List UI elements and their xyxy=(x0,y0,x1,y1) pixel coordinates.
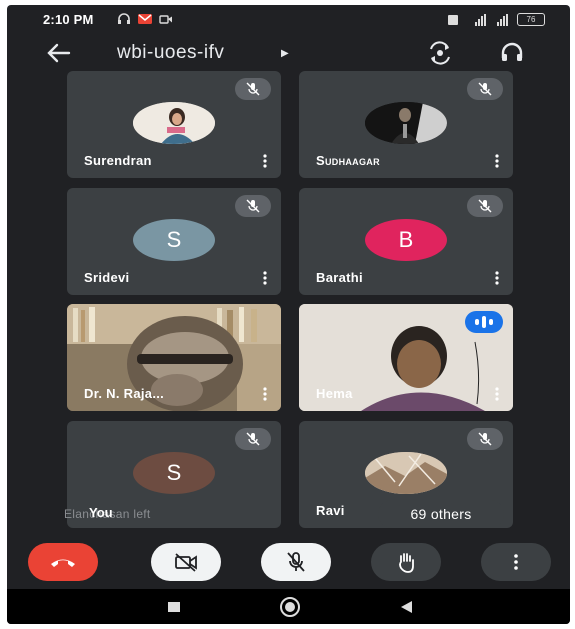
recents-icon[interactable] xyxy=(167,601,181,613)
switch-camera-icon[interactable] xyxy=(427,41,453,65)
participant-tile-barathi[interactable]: B Barathi xyxy=(299,188,513,295)
mic-off-icon xyxy=(246,432,260,446)
status-time: 2:10 PM xyxy=(43,12,94,27)
mic-off-badge xyxy=(235,428,271,450)
hand-icon xyxy=(399,553,414,573)
participant-name: Hema xyxy=(316,386,353,401)
participant-name: Ravi xyxy=(316,503,345,518)
status-bar: 2:10 PM 76 xyxy=(7,5,570,35)
camera-off-icon xyxy=(175,553,197,572)
mic-off-badge xyxy=(467,195,503,217)
caret-right-icon[interactable]: ▶ xyxy=(281,48,289,59)
more-vert-icon[interactable] xyxy=(495,271,499,285)
mic-off-icon xyxy=(287,552,305,572)
mic-off-icon xyxy=(478,82,492,96)
participant-tile-sudhaagar[interactable]: Sudhaagar xyxy=(299,71,513,178)
person-photo-icon xyxy=(365,102,447,144)
signal-strength-icon xyxy=(475,13,486,26)
raise-hand-button[interactable] xyxy=(371,543,441,581)
back-nav-icon[interactable] xyxy=(399,600,413,614)
vibrate-icon xyxy=(448,14,458,25)
more-vert-icon[interactable] xyxy=(263,154,267,168)
avatar-photo xyxy=(133,102,215,144)
battery-indicator: 76 xyxy=(517,13,545,26)
audio-output-icon[interactable] xyxy=(499,41,525,65)
others-count-chip[interactable]: 69 others xyxy=(378,500,504,528)
avatar-initial: S xyxy=(133,219,215,261)
meeting-code[interactable]: wbi-uoes-ifv xyxy=(117,42,224,64)
signal-strength-2-icon xyxy=(497,13,508,26)
landscape-photo-icon xyxy=(365,452,447,494)
mic-off-badge xyxy=(235,78,271,100)
more-options-button[interactable] xyxy=(481,543,551,581)
end-call-button[interactable] xyxy=(28,543,98,581)
participant-tile-sridevi[interactable]: S Sridevi xyxy=(67,188,281,295)
avatar-initial: B xyxy=(365,219,447,261)
self-participant-name: You xyxy=(89,505,113,520)
android-nav-bar xyxy=(7,589,570,624)
phone-screen: 2:10 PM 76 wbi-uoes-ifv ▶ Surendran Sudh… xyxy=(7,5,570,624)
home-icon[interactable] xyxy=(279,596,301,618)
speaking-indicator xyxy=(465,311,503,333)
more-vert-icon[interactable] xyxy=(263,271,267,285)
mic-off-icon xyxy=(246,82,260,96)
status-system-icons: 76 xyxy=(445,13,545,26)
more-vert-icon[interactable] xyxy=(495,387,499,401)
mic-off-badge xyxy=(467,78,503,100)
more-vert-icon[interactable] xyxy=(263,387,267,401)
participant-name: Sridevi xyxy=(84,270,130,285)
participant-name: Dr. N. Raja... xyxy=(84,386,165,401)
mic-off-badge xyxy=(235,195,271,217)
participant-name: Sudhaagar xyxy=(316,153,380,168)
participant-tile-surendran[interactable]: Surendran xyxy=(67,71,281,178)
person-photo-icon xyxy=(133,102,215,144)
video-status-icon xyxy=(159,15,172,24)
avatar-initial: S xyxy=(133,452,215,494)
mic-off-icon xyxy=(478,432,492,446)
more-vert-icon xyxy=(514,554,518,570)
avatar-photo xyxy=(365,452,447,494)
mic-off-icon xyxy=(246,199,260,213)
mic-toggle-button[interactable] xyxy=(261,543,331,581)
more-vert-icon[interactable] xyxy=(495,154,499,168)
mic-off-icon xyxy=(478,199,492,213)
gmail-status-icon xyxy=(138,14,152,24)
status-notification-icons xyxy=(117,13,173,25)
meeting-top-bar: wbi-uoes-ifv ▶ xyxy=(7,35,570,73)
avatar-photo xyxy=(365,102,447,144)
phone-hangup-icon xyxy=(51,559,75,567)
participant-tile-dr-n-raja[interactable]: Dr. N. Raja... xyxy=(67,304,281,411)
participant-name: Surendran xyxy=(84,153,152,168)
camera-toggle-button[interactable] xyxy=(151,543,221,581)
back-arrow-icon[interactable] xyxy=(45,41,73,65)
participant-name: Barathi xyxy=(316,270,363,285)
participant-tile-hema[interactable]: Hema xyxy=(299,304,513,411)
mic-off-badge xyxy=(467,428,503,450)
headphones-status-icon xyxy=(118,13,130,24)
